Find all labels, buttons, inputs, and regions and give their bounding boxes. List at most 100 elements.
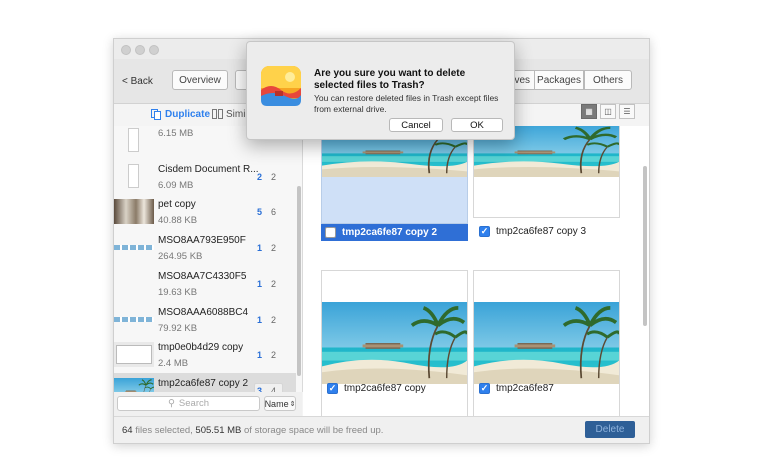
delete-button[interactable]: Delete <box>585 421 635 438</box>
list-item[interactable]: tmp2ca6fe87 copy 21.5 MB34 <box>114 372 296 392</box>
zoom-window-button[interactable] <box>149 45 159 55</box>
selected-count: 1 <box>257 243 263 254</box>
list-item[interactable]: MSO8AA7C4330F5 19.63 KB 1 2 <box>114 266 296 302</box>
image-caption[interactable]: ✓ tmp2ca6fe87 <box>479 383 554 394</box>
files-count: 64 <box>122 425 133 436</box>
tab-overview[interactable]: Overview <box>172 70 228 90</box>
image-caption-label: tmp2ca6fe87 copy 2 <box>342 227 438 238</box>
grid-view-button[interactable]: ▦ <box>581 104 597 119</box>
image-checkbox[interactable]: ✓ <box>479 383 490 394</box>
file-name: tmp0e0b4d29 copy <box>158 342 244 354</box>
file-name: tmp2ca6fe87 copy 2 <box>158 377 249 389</box>
dialog-title: Are you sure you want to delete selected… <box>314 68 466 91</box>
file-thumbnail <box>114 271 154 296</box>
image-card[interactable] <box>473 270 621 416</box>
selected-count: 2 <box>257 171 263 182</box>
file-name: MSO8AAA6088BC4 <box>158 306 249 318</box>
beach-image <box>322 302 469 384</box>
size-text: of storage space will be freed up. <box>244 425 384 436</box>
confirm-delete-dialog: Are you sure you want to delete selected… <box>246 41 515 140</box>
file-size: 6.15 MB <box>158 128 194 139</box>
image-card[interactable] <box>321 126 469 224</box>
image-caption-label: tmp2ca6fe87 copy <box>344 383 426 394</box>
file-size: 19.63 KB <box>158 286 198 298</box>
list-icon: ☰ <box>623 107 631 116</box>
selected-count: 5 <box>257 207 263 218</box>
file-thumbnail <box>114 128 154 153</box>
file-size: 79.92 KB <box>158 322 198 334</box>
duplicate-mode-button[interactable]: Duplicate <box>151 109 210 120</box>
image-caption[interactable]: ✓ tmp2ca6fe87 copy <box>327 383 426 394</box>
duplicate-mode-label: Duplicate <box>165 109 211 120</box>
image-grid: tmp2ca6fe87 copy 2 ✓ tmp2ca6fe87 copy 3 … <box>303 126 649 416</box>
file-thumbnail <box>114 235 154 260</box>
list-item[interactable]: pet copy 40.88 KB 5 6 <box>114 194 296 230</box>
sort-label: Name <box>264 398 289 409</box>
back-button[interactable]: < Back <box>122 76 153 87</box>
file-thumbnail <box>114 307 154 332</box>
file-thumbnail <box>114 377 155 392</box>
search-field[interactable]: ⚲ Search <box>117 396 260 411</box>
selected-count: 1 <box>257 278 263 289</box>
total-count: 6 <box>271 207 277 218</box>
total-count: 2 <box>271 278 277 289</box>
image-grid-scrollbar[interactable] <box>643 166 647 326</box>
file-name: Cisdem Document R... <box>158 163 259 175</box>
ok-button[interactable]: OK <box>451 118 503 132</box>
similar-icon <box>212 109 223 119</box>
dialog-message: You can restore deleted files in Trash e… <box>314 93 499 114</box>
file-name: pet copy <box>158 199 196 211</box>
image-card[interactable] <box>321 270 469 416</box>
total-count: 2 <box>271 314 277 325</box>
selected-count: 1 <box>257 350 263 361</box>
freed-size: 505.51 MB <box>195 425 242 436</box>
compare-icon: ◫ <box>604 107 612 116</box>
search-bar: ⚲ Search Name ⇕ <box>114 392 302 416</box>
image-caption[interactable]: ✓ tmp2ca6fe87 copy 3 <box>479 226 586 237</box>
beach-scene <box>322 302 469 384</box>
image-checkbox[interactable]: ✓ <box>479 226 490 237</box>
file-thumbnail <box>114 342 154 368</box>
file-size: 264.95 KB <box>158 251 203 263</box>
image-checkbox[interactable] <box>325 227 336 238</box>
selected-count: 1 <box>257 314 263 325</box>
sort-arrows-icon: ⇕ <box>289 400 296 408</box>
file-size: 2.4 MB <box>158 358 189 370</box>
search-placeholder: Search <box>178 398 210 409</box>
image-caption[interactable]: tmp2ca6fe87 copy 2 <box>321 224 468 241</box>
file-thumbnail <box>114 199 154 225</box>
list-view-button[interactable]: ☰ <box>619 104 635 119</box>
close-window-button[interactable] <box>121 45 131 55</box>
minimize-window-button[interactable] <box>135 45 145 55</box>
list-item[interactable]: Cisdem Document R... 6.09 MB 2 2 <box>114 159 296 195</box>
search-icon: ⚲ <box>167 398 175 409</box>
tab-packages[interactable]: Packages <box>534 70 584 90</box>
file-list-scrollbar[interactable] <box>297 186 301 376</box>
files-text: files selected, <box>135 425 193 436</box>
tab-others[interactable]: Others <box>584 70 632 90</box>
photo-app-icon <box>261 66 301 106</box>
duplicate-icon <box>151 109 161 120</box>
image-caption-label: tmp2ca6fe87 <box>496 383 554 394</box>
list-item[interactable]: tmp0e0b4d29 copy 2.4 MB 1 2 <box>114 337 296 373</box>
file-size: 40.88 KB <box>158 215 198 227</box>
file-name: MSO8AA793E950F <box>158 235 246 247</box>
status-text: 64 files selected, 505.51 MB of storage … <box>122 425 383 436</box>
total-count: 2 <box>271 243 277 254</box>
file-size: 6.09 MB <box>158 179 194 191</box>
image-caption-label: tmp2ca6fe87 copy 3 <box>496 226 587 237</box>
grid-icon: ▦ <box>585 107 593 116</box>
total-count: 2 <box>271 350 277 361</box>
list-item[interactable]: MSO8AA793E950F 264.95 KB 1 2 <box>114 230 296 266</box>
beach-image <box>474 302 621 384</box>
total-count: 2 <box>271 171 277 182</box>
image-checkbox[interactable]: ✓ <box>327 383 338 394</box>
file-list: 6.15 MB Cisdem Document R... 6.09 MB 2 2 pet … <box>114 126 303 392</box>
list-item[interactable]: MSO8AAA6088BC4 79.92 KB 1 2 <box>114 302 296 338</box>
cancel-button[interactable]: Cancel <box>389 118 443 132</box>
sort-select[interactable]: Name ⇕ <box>264 396 296 411</box>
file-thumbnail <box>114 163 154 189</box>
file-name: MSO8AA7C4330F5 <box>158 270 247 282</box>
beach-scene <box>114 377 155 392</box>
compare-view-button[interactable]: ◫ <box>600 104 616 119</box>
